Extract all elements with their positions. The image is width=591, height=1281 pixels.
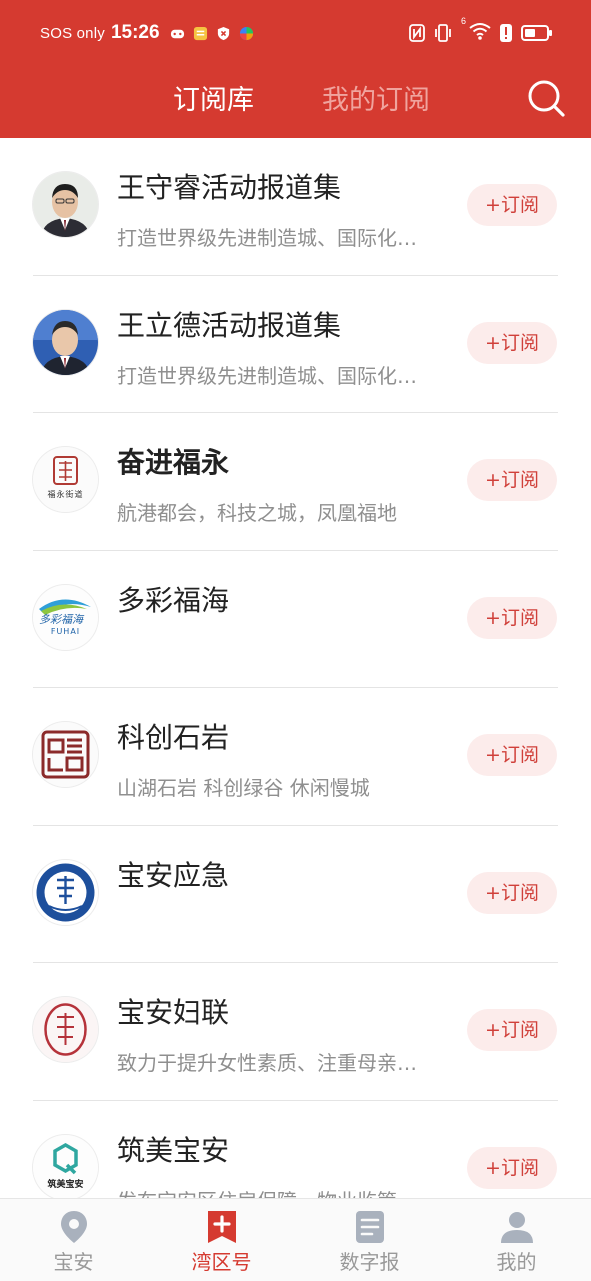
list-item[interactable]: 多彩福海 FUHAI 多彩福海 +订阅 — [0, 551, 591, 688]
clock: 15:26 — [110, 22, 160, 43]
item-description: 致力于提升女性素质、注重母亲… — [117, 1051, 417, 1075]
subscribe-button[interactable]: +订阅 — [467, 734, 557, 776]
subscribe-button[interactable]: +订阅 — [467, 1009, 557, 1051]
nav-mine[interactable]: 我的 — [443, 1199, 590, 1281]
tab-subscription-library[interactable]: 订阅库 — [173, 78, 254, 117]
nav-label: 宝安 — [53, 1250, 94, 1274]
nav-label: 湾区号 — [191, 1250, 252, 1274]
nav-label: 数字报 — [339, 1250, 400, 1274]
location-pin-icon — [61, 1211, 87, 1243]
nav-bay-area[interactable]: 湾区号 — [148, 1199, 295, 1281]
fuyong-seal-logo: 福永街道 — [33, 447, 98, 512]
shiyan-seal-logo — [33, 722, 98, 787]
item-title: 王守睿活动报道集 — [117, 171, 342, 204]
wifi-indicator: 6 — [461, 16, 491, 45]
zhumei-logo-text: 筑美宝安 — [47, 1179, 84, 1190]
item-title: 奋进福永 — [117, 446, 230, 479]
nfc-icon — [409, 24, 425, 42]
alert-signal-icon — [500, 24, 512, 42]
person-icon — [501, 1212, 533, 1243]
subscribe-button[interactable]: +订阅 — [467, 871, 557, 914]
item-description: 航港都会，科技之城，凤凰福地 — [117, 501, 397, 525]
vibrate-icon — [435, 24, 451, 42]
shield-x-icon — [217, 26, 229, 40]
list-item[interactable]: 王守睿活动报道集 打造世界级先进制造城、国际化… +订阅 — [0, 138, 591, 276]
subscribe-button[interactable]: +订阅 — [467, 321, 557, 364]
top-tabs: 订阅库 我的订阅 — [0, 70, 591, 126]
list-item[interactable]: 福永街道 奋进福永 航港都会，科技之城，凤凰福地 +订阅 — [0, 413, 591, 551]
item-title: 王立德活动报道集 — [117, 308, 342, 342]
nav-baoan[interactable]: 宝安 — [0, 1199, 147, 1281]
item-title: 宝安妇联 — [117, 996, 230, 1029]
zhumei-logo: 筑美宝安 — [33, 1134, 98, 1198]
game-controller-icon — [170, 29, 184, 38]
item-description: 山湖石岩 科创绿谷 休闲慢城 — [117, 776, 370, 800]
status-bar: SOS only 15:26 6 — [0, 0, 591, 66]
subscribe-button[interactable]: +订阅 — [467, 1146, 557, 1189]
item-title: 多彩福海 — [117, 583, 230, 617]
subscribe-button[interactable]: +订阅 — [467, 459, 557, 501]
wifi-icon — [469, 22, 491, 40]
bookmark-plus-icon — [208, 1211, 236, 1243]
item-title: 科创石岩 — [117, 721, 230, 754]
document-icon — [356, 1211, 384, 1243]
item-description: 打造世界级先进制造城、国际化… — [117, 226, 417, 250]
women-federation-logo — [33, 997, 98, 1062]
portrait-avatar — [33, 309, 98, 375]
app-header: SOS only 15:26 6 订阅库 我的订阅 — [0, 0, 591, 138]
item-description: 打造世界级先进制造城、国际化… — [117, 363, 417, 388]
subscribe-button[interactable]: +订阅 — [467, 184, 557, 226]
search-icon[interactable] — [526, 78, 566, 118]
item-title: 宝安应急 — [117, 858, 230, 892]
item-description: 发布宝安区住房保障、物业监管… — [117, 1185, 417, 1199]
battery-icon — [521, 25, 552, 41]
fuyong-logo-text: 福永街道 — [47, 490, 84, 499]
fuhai-logo-text: 多彩福海 — [39, 612, 83, 626]
list-item[interactable]: 宝安应急 +订阅 — [0, 826, 591, 963]
fuhai-logo: 多彩福海 FUHAI — [33, 584, 98, 650]
item-title: 筑美宝安 — [117, 1133, 230, 1167]
subscribe-button[interactable]: +订阅 — [467, 596, 557, 639]
nav-digital-paper[interactable]: 数字报 — [296, 1199, 443, 1281]
list-item[interactable]: 筑美宝安 筑美宝安 发布宝安区住房保障、物业监管… +订阅 — [0, 1101, 591, 1199]
notes-app-icon — [193, 26, 207, 40]
subscription-list: 王守睿活动报道集 打造世界级先进制造城、国际化… +订阅 王立德活动报道集 打造… — [0, 138, 591, 1198]
list-item[interactable]: 科创石岩 山湖石岩 科创绿谷 休闲慢城 +订阅 — [0, 688, 591, 826]
emergency-badge-logo — [33, 859, 98, 925]
colorful-app-icon — [239, 26, 253, 40]
tab-my-subscriptions[interactable]: 我的订阅 — [322, 78, 430, 117]
signal-badge: 6 — [461, 15, 467, 26]
list-item[interactable]: 王立德活动报道集 打造世界级先进制造城、国际化… +订阅 — [0, 276, 591, 413]
carrier-text: SOS only — [40, 24, 105, 42]
nav-label: 我的 — [496, 1250, 537, 1274]
list-item[interactable]: 宝安妇联 致力于提升女性素质、注重母亲… +订阅 — [0, 963, 591, 1101]
fuhai-logo-sub: FUHAI — [50, 626, 81, 636]
portrait-avatar — [33, 172, 98, 237]
bottom-nav: 宝安 湾区号 数字报 我的 — [0, 1198, 591, 1281]
